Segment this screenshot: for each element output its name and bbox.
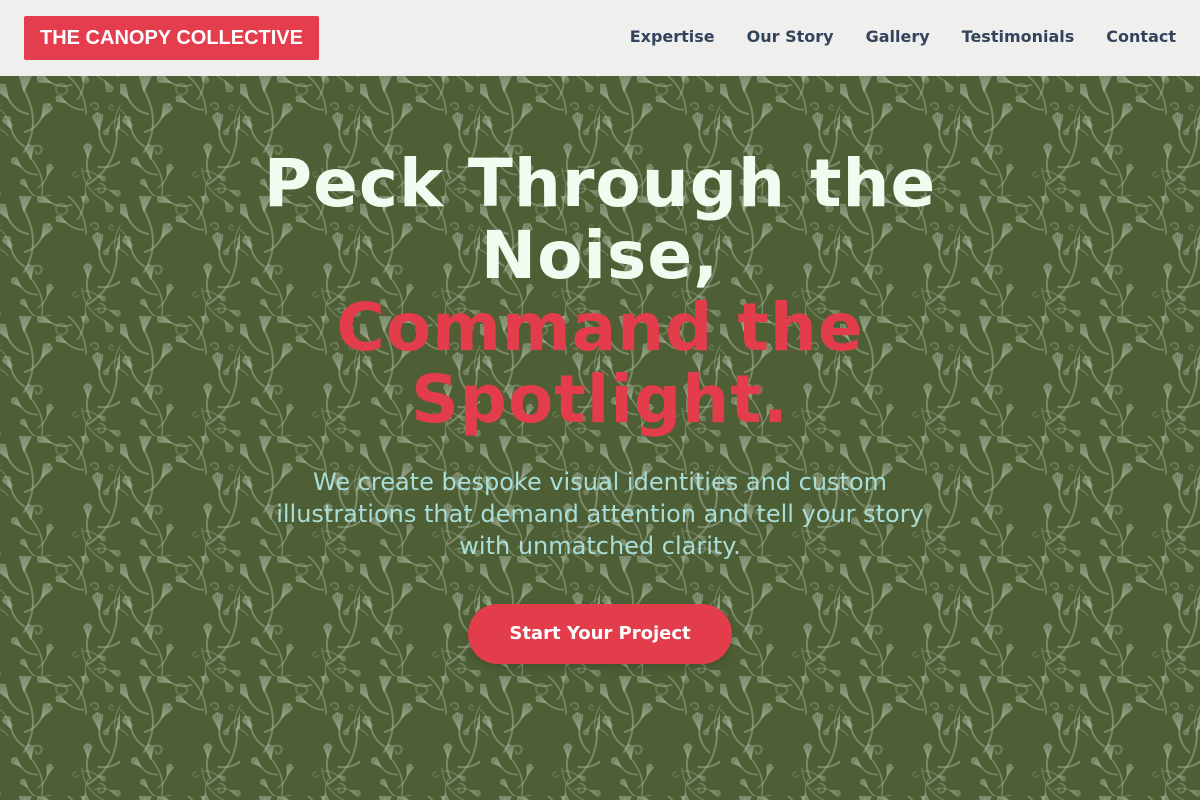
start-project-button[interactable]: Start Your Project [468,604,732,664]
headline-line-2: Noise, [480,217,720,294]
main-nav: Expertise Our Story Gallery Testimonials… [630,26,1176,48]
landing-page: THE CANOPY COLLECTIVE Expertise Our Stor… [0,0,1200,800]
headline-accent-line-2: Spotlight. [411,361,789,438]
brand-logo[interactable]: THE CANOPY COLLECTIVE [24,16,319,60]
nav-our-story[interactable]: Our Story [747,26,834,48]
hero-content: Peck Through the Noise, Command the Spot… [0,148,1200,664]
hero-subtitle: We create bespoke visual identities and … [276,468,924,560]
nav-contact[interactable]: Contact [1106,26,1176,48]
hero-section: Peck Through the Noise, Command the Spot… [0,76,1200,800]
headline-accent-line-1: Command the [336,289,864,366]
nav-testimonials[interactable]: Testimonials [962,26,1075,48]
nav-gallery[interactable]: Gallery [866,26,930,48]
site-header: THE CANOPY COLLECTIVE Expertise Our Stor… [0,0,1200,76]
hero-headline: Peck Through the Noise, Command the Spot… [0,148,1200,436]
headline-line-1: Peck Through the [263,145,937,222]
nav-expertise[interactable]: Expertise [630,26,715,48]
